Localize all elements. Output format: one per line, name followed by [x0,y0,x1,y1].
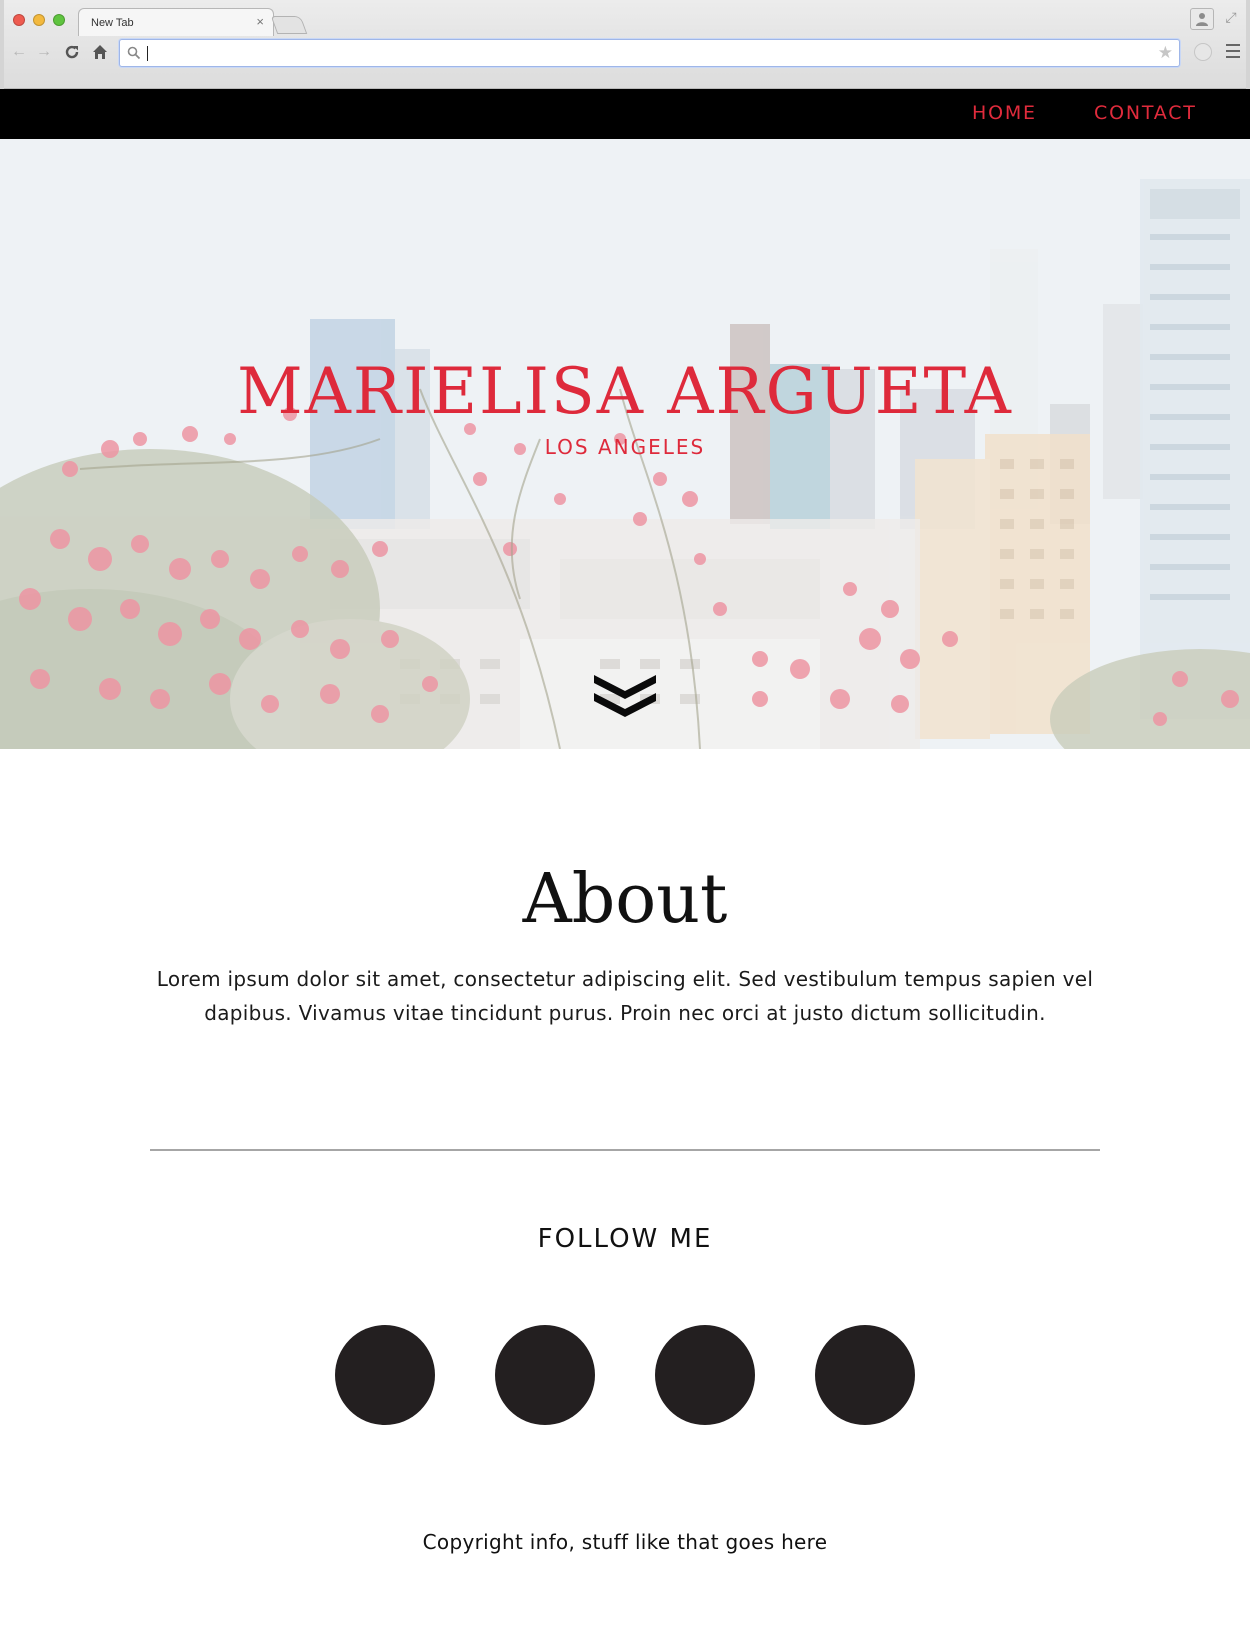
forward-arrow-icon[interactable]: → [34,42,54,62]
close-icon[interactable]: × [256,14,264,29]
home-icon[interactable] [90,42,110,62]
hero-subtitle: LOS ANGELES [544,435,706,459]
close-window-button[interactable] [13,14,25,26]
browser-tab[interactable]: New Tab × [78,8,274,36]
social-icon-3[interactable] [655,1325,755,1425]
reload-icon[interactable] [62,42,82,62]
fullscreen-icon[interactable]: ⤢ [1222,8,1240,26]
browser-toolbar: ← → ★ [0,38,1250,68]
text-caret [147,46,148,61]
user-profile-icon[interactable] [1190,8,1214,30]
nav-contact-link[interactable]: CONTACT [1094,102,1197,124]
address-bar[interactable]: ★ [119,39,1180,67]
about-body-text: Lorem ipsum dolor sit amet, consectetur … [156,967,1094,1025]
browser-chrome: New Tab × ⤢ ← → ★ [0,0,1250,89]
nav-home-link[interactable]: HOME [972,102,1037,124]
search-icon [127,46,141,60]
extension-icon[interactable] [1194,43,1212,61]
hero-title: MARIELISA ARGUETA [237,355,1013,429]
follow-heading: FOLLOW ME [537,1224,713,1254]
new-tab-button[interactable] [270,16,308,34]
copyright-text: Copyright info, stuff like that goes her… [422,1530,828,1554]
section-divider [150,1149,1100,1151]
double-chevron-down-icon[interactable] [592,671,658,721]
star-icon[interactable]: ★ [1158,43,1173,63]
site-nav-bar: HOME CONTACT [0,89,1250,139]
hero-section: MARIELISA ARGUETA LOS ANGELES [0,139,1250,749]
tab-title: New Tab [91,17,134,29]
hamburger-menu-icon[interactable] [1226,44,1240,58]
social-icon-2[interactable] [495,1325,595,1425]
social-icon-1[interactable] [335,1325,435,1425]
about-heading: About [522,860,728,939]
social-icon-4[interactable] [815,1325,915,1425]
back-arrow-icon[interactable]: ← [9,42,29,62]
minimize-window-button[interactable] [33,14,45,26]
address-input[interactable] [146,43,1126,63]
zoom-window-button[interactable] [53,14,65,26]
